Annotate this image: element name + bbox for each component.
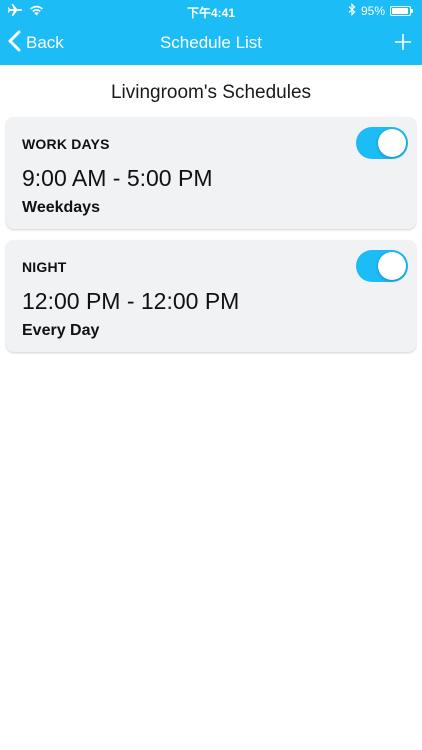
plus-icon (394, 34, 412, 55)
battery-percent: 95% (360, 4, 385, 18)
toggle-knob (378, 129, 406, 157)
schedule-card-night[interactable]: NIGHT 12:00 PM - 12:00 PM Every Day (6, 240, 416, 352)
schedule-time: 9:00 AM - 5:00 PM (22, 165, 213, 191)
schedule-days: Every Day (22, 322, 100, 339)
section-title: Livingroom's Schedules (110, 82, 312, 103)
schedule-toggle[interactable] (356, 250, 408, 282)
status-right: 95% (348, 3, 414, 19)
schedule-time: 12:00 PM - 12:00 PM (22, 288, 240, 314)
app: 下午4:41 95% Back Schedule List Livingroom… (0, 0, 422, 750)
battery-icon (390, 6, 413, 16)
status-bar: 下午4:41 95% (0, 0, 422, 22)
schedule-toggle[interactable] (356, 127, 408, 159)
schedule-name: WORK DAYS (22, 136, 110, 152)
nav-title: Schedule List (159, 33, 263, 52)
battery-fill (392, 8, 409, 14)
schedule-card-work-days[interactable]: WORK DAYS 9:00 AM - 5:00 PM Weekdays (6, 117, 416, 229)
toggle-knob (378, 252, 406, 280)
bluetooth-icon (348, 3, 356, 19)
schedule-name: NIGHT (22, 259, 67, 275)
schedule-days: Weekdays (22, 199, 100, 216)
add-schedule-button[interactable] (394, 33, 412, 51)
header: 下午4:41 95% Back Schedule List (0, 0, 422, 65)
